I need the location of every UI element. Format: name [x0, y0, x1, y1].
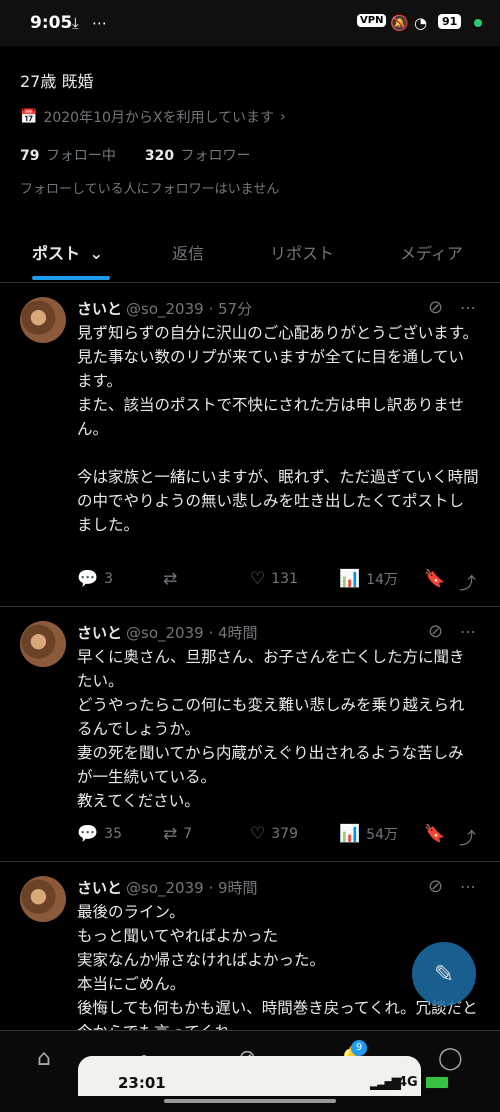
post-actions: 💬 35 ⇄ 7 ♡ 379 📊 54万 🔖 ⤴ — [77, 824, 482, 849]
vpn-badge: VPN — [357, 14, 387, 27]
heart-icon: ♡ — [250, 569, 266, 589]
share-button[interactable]: ⤴ — [459, 824, 476, 849]
repost-count: 7 — [183, 826, 193, 842]
bookmark-button[interactable]: 🔖 — [424, 569, 445, 589]
following-link[interactable]: 79 フォロー中 — [20, 148, 116, 164]
active-tab-indicator — [32, 276, 110, 280]
avatar[interactable] — [20, 621, 66, 667]
view-count: 14万 — [366, 572, 398, 588]
share-icon: ⤴ — [459, 574, 476, 594]
chevron-right-icon: › — [280, 109, 286, 125]
tab-posts[interactable]: ポスト ⌄ — [32, 240, 103, 264]
post[interactable]: さいと @so_2039 · 4時間 ⊘ ⋯ 早くに奥さん、旦那さん、お子さんを亡… — [0, 607, 500, 862]
author-name[interactable]: さいと — [77, 879, 122, 897]
followers-count: 320 — [144, 148, 175, 164]
like-button[interactable]: ♡ 131 — [250, 569, 298, 589]
more-options-icon[interactable]: ⋯ — [460, 877, 477, 896]
reply-button[interactable]: 💬 35 — [77, 824, 122, 844]
share-button[interactable]: ⤴ — [459, 569, 476, 594]
author-name[interactable]: さいと — [77, 624, 122, 642]
bookmark-icon: 🔖 — [424, 824, 446, 844]
bookmark-button[interactable]: 🔖 — [424, 824, 445, 844]
post-time: 4時間 — [218, 624, 258, 642]
battery-indicator: 91 — [438, 14, 462, 29]
author-handle: @so_2039 — [126, 879, 204, 897]
status-time: 9:05 — [30, 13, 73, 33]
pip-time: 23:01 — [118, 1074, 166, 1092]
signal-icon: ▂▃▅▇ — [370, 1076, 401, 1090]
avatar[interactable] — [20, 297, 66, 343]
post-actions: 💬 3 ⇄ ♡ 131 📊 14万 🔖 ⤴ — [77, 569, 482, 594]
author-handle: @so_2039 — [126, 300, 204, 318]
following-count: 79 — [20, 148, 40, 164]
pip-network: 4G — [398, 1075, 418, 1090]
reply-count: 3 — [104, 571, 114, 587]
follow-stats: 79 フォロー中 320 フォロワー — [20, 145, 251, 165]
like-count: 379 — [271, 826, 298, 842]
tab-posts-label: ポスト — [32, 244, 81, 263]
battery-charging-icon — [425, 1076, 449, 1089]
view-count: 54万 — [366, 827, 398, 843]
like-count: 131 — [271, 571, 298, 587]
more-icon: ⋯ — [92, 14, 107, 32]
repost-button[interactable]: ⇄ — [163, 569, 183, 589]
following-label: フォロー中 — [45, 148, 116, 164]
privacy-dot — [474, 19, 482, 27]
bookmark-icon: 🔖 — [424, 569, 446, 589]
author-name[interactable]: さいと — [77, 300, 122, 318]
repost-icon: ⇄ — [163, 824, 178, 844]
views-button[interactable]: 📊 14万 — [339, 569, 398, 589]
joined-date: 2020年10月からXを利用しています — [43, 110, 275, 126]
download-icon: ⤓ — [72, 14, 79, 32]
grok-icon[interactable]: ⊘ — [428, 297, 443, 318]
profile-tabs: ポスト ⌄ 返信 リポスト メディア — [0, 224, 500, 283]
reply-count: 35 — [104, 826, 122, 842]
home-indicator[interactable] — [164, 1099, 336, 1103]
known-followers-note: フォローしている人にフォロワーはいません — [20, 182, 280, 197]
post-header: さいと @so_2039 · 9時間 — [77, 879, 258, 897]
repost-icon: ⇄ — [163, 569, 178, 589]
joined-date-row[interactable]: 📅 2020年10月からXを利用しています › — [20, 107, 286, 127]
more-options-icon[interactable]: ⋯ — [460, 298, 477, 317]
messages-icon[interactable]: ◯ — [438, 1046, 463, 1071]
mute-icon: 🔕 — [390, 14, 409, 32]
home-icon[interactable]: ⌂ — [37, 1046, 51, 1071]
followers-label: フォロワー — [180, 148, 251, 164]
post-time: 9時間 — [218, 879, 258, 897]
compose-button[interactable]: ✎ — [412, 942, 476, 1006]
calendar-icon: 📅 — [20, 109, 38, 125]
reply-icon: 💬 — [77, 569, 99, 589]
post-text: 見ず知らずの自分に沢山のご心配ありがとうございます。 見た事ない数のリプが来てい… — [77, 324, 479, 534]
post[interactable]: さいと @so_2039 · 57分 ⊘ ⋯ 見ず知らずの自分に沢山のご心配ありが… — [0, 283, 500, 607]
post-text: 早くに奥さん、旦那さん、お子さんを亡くした方に聞きたい。 どうやったらこの何にも… — [77, 648, 465, 810]
views-button[interactable]: 📊 54万 — [339, 824, 398, 844]
views-icon: 📊 — [339, 824, 361, 844]
tab-replies[interactable]: 返信 — [172, 240, 204, 264]
reply-button[interactable]: 💬 3 — [77, 569, 113, 589]
grok-icon[interactable]: ⊘ — [428, 876, 443, 897]
chevron-down-icon: ⌄ — [89, 244, 103, 263]
reply-icon: 💬 — [77, 824, 99, 844]
tab-media[interactable]: メディア — [400, 240, 463, 264]
post-header: さいと @so_2039 · 57分 — [77, 300, 253, 318]
compose-icon: ✎ — [433, 960, 455, 988]
grok-icon[interactable]: ⊘ — [428, 621, 443, 642]
followers-link[interactable]: 320 フォロワー — [145, 148, 251, 164]
wifi-icon: ◔ — [414, 14, 428, 32]
views-icon: 📊 — [339, 569, 361, 589]
repost-button[interactable]: ⇄ 7 — [163, 824, 192, 844]
like-button[interactable]: ♡ 379 — [250, 824, 298, 844]
post-header: さいと @so_2039 · 4時間 — [77, 624, 258, 642]
share-icon: ⤴ — [459, 829, 476, 849]
profile-bio: 27歳 既婚 — [20, 72, 94, 91]
avatar[interactable] — [20, 876, 66, 922]
heart-icon: ♡ — [250, 824, 266, 844]
post-time: 57分 — [218, 300, 253, 318]
more-options-icon[interactable]: ⋯ — [460, 622, 477, 641]
author-handle: @so_2039 — [126, 624, 204, 642]
notification-badge: 9 — [351, 1040, 367, 1056]
tab-reposts[interactable]: リポスト — [270, 240, 334, 264]
